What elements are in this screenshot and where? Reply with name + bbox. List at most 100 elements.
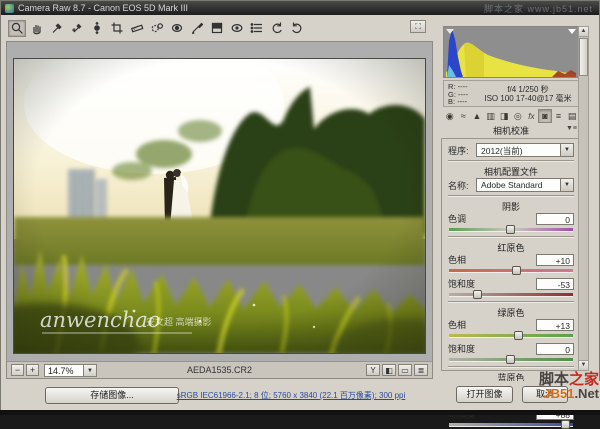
panel-title-text: 相机校准 bbox=[493, 126, 529, 136]
adjustments-panel: R: ---- G: ---- B: ---- f/4 1/250 秒 ISO … bbox=[437, 16, 599, 379]
title-bar: Camera Raw 8.7 - Canon EOS 5D Mark III 脚… bbox=[1, 1, 599, 15]
rotate-left-button-icon[interactable] bbox=[268, 20, 286, 37]
slider-thumb[interactable] bbox=[506, 225, 515, 234]
copy-settings-button[interactable]: ▭ bbox=[398, 364, 412, 376]
tab-snapshots[interactable]: ▤ bbox=[565, 109, 579, 123]
camera-calibration-pane: 程序: 2012(当前) ▼ 相机配置文件 名称: Adobe Standard… bbox=[441, 138, 581, 371]
svg-text:anwenchao: anwenchao bbox=[40, 308, 160, 332]
hand-tool-icon[interactable] bbox=[28, 20, 46, 37]
panel-title: 相机校准 ▼≡ bbox=[443, 124, 579, 137]
slider-thumb[interactable] bbox=[473, 290, 482, 299]
slider-thumb[interactable] bbox=[506, 355, 515, 364]
slider-track[interactable] bbox=[449, 269, 573, 273]
watermark-top: 脚本之家 www.jb51.net bbox=[484, 2, 593, 15]
slider-track[interactable] bbox=[449, 358, 573, 362]
tab-effects[interactable]: fx bbox=[525, 109, 539, 123]
tab-split-toning[interactable]: ◨ bbox=[497, 109, 511, 123]
red-eye-tool-icon[interactable] bbox=[168, 20, 186, 37]
spot-removal-tool-icon[interactable] bbox=[148, 20, 166, 37]
tab-hsl-grayscale[interactable]: ▥ bbox=[484, 109, 498, 123]
divider bbox=[448, 160, 574, 162]
divider bbox=[448, 366, 574, 368]
scrollbar-thumb[interactable] bbox=[579, 38, 588, 76]
tab-tone-curve[interactable]: ≈ bbox=[457, 109, 471, 123]
divider bbox=[448, 236, 574, 238]
open-image-button[interactable]: 打开图像 bbox=[456, 386, 513, 403]
chevron-down-icon[interactable]: ▼ bbox=[561, 178, 574, 192]
slider-label: 饱和度 bbox=[448, 342, 536, 355]
preview-status-bar: − + 14.7% ▼ AEDA1535.CR2 Y ◧ ▭ ≣ bbox=[7, 361, 432, 378]
preview-options-button[interactable]: ≣ bbox=[414, 364, 428, 376]
tab-detail[interactable]: ▲ bbox=[470, 109, 484, 123]
rotate-right-button-icon[interactable] bbox=[288, 20, 306, 37]
before-after-toggle-button[interactable]: Y bbox=[366, 364, 380, 376]
process-value: 2012(当前) bbox=[476, 143, 561, 157]
chevron-down-icon[interactable]: ▼ bbox=[561, 143, 574, 157]
app-icon bbox=[5, 4, 14, 13]
watermark-bottom: 脚本之家 JB51.Net bbox=[539, 373, 599, 401]
graduated-filter-tool-icon[interactable] bbox=[208, 20, 226, 37]
panel-scrollbar[interactable]: ▲ ▼ bbox=[578, 26, 589, 371]
process-label: 程序: bbox=[448, 144, 476, 157]
scroll-up-icon[interactable]: ▲ bbox=[579, 27, 588, 37]
color-sampler-tool-icon[interactable] bbox=[68, 20, 86, 37]
section-header: 红原色 bbox=[448, 241, 574, 252]
histogram-chart bbox=[444, 27, 578, 77]
swap-before-after-button[interactable]: ◧ bbox=[382, 364, 396, 376]
slider-track[interactable] bbox=[449, 293, 573, 297]
workflow-options-link[interactable]: sRGB IEC61966-2.1; 8 位; 5760 x 3840 (22.… bbox=[151, 390, 431, 401]
camera-raw-dialog: Camera Raw 8.7 - Canon EOS 5D Mark III 脚… bbox=[0, 0, 600, 410]
slider-thumb[interactable] bbox=[512, 266, 521, 275]
process-select[interactable]: 2012(当前) ▼ bbox=[476, 143, 574, 157]
camera-profile-header: 相机配置文件 bbox=[448, 165, 574, 176]
white-balance-tool-icon[interactable] bbox=[48, 20, 66, 37]
slider-value-input[interactable]: -53 bbox=[536, 278, 574, 290]
slider-track[interactable] bbox=[449, 423, 573, 427]
watermark-url-orange: JB51 bbox=[543, 386, 574, 401]
divider bbox=[448, 195, 574, 197]
tab-presets[interactable]: ≡ bbox=[552, 109, 566, 123]
b-value: ---- bbox=[457, 97, 467, 106]
slider-value-input[interactable]: +13 bbox=[536, 319, 574, 331]
slider-track[interactable] bbox=[449, 228, 573, 232]
panel-flyout-menu-icon[interactable]: ▼≡ bbox=[566, 125, 577, 132]
crop-tool-icon[interactable] bbox=[108, 20, 126, 37]
profile-select[interactable]: Adobe Standard ▼ bbox=[476, 178, 574, 192]
panel-tabs: ◉≈▲▥◨◎fx◙≡▤ bbox=[443, 109, 579, 123]
straighten-tool-icon[interactable] bbox=[128, 20, 146, 37]
slider-label: 色相 bbox=[448, 253, 536, 266]
desktop-edge bbox=[0, 410, 600, 415]
exposure-info-line2: ISO 100 17-40@17 毫米 bbox=[478, 94, 578, 103]
toolbar: ⛶ bbox=[1, 15, 434, 41]
tab-camera-calibration[interactable]: ◙ bbox=[538, 109, 552, 123]
slider-value-input[interactable]: +10 bbox=[536, 254, 574, 266]
radial-filter-tool-icon[interactable] bbox=[228, 20, 246, 37]
profile-value: Adobe Standard bbox=[476, 178, 561, 192]
slider-thumb[interactable] bbox=[561, 420, 570, 429]
slider-track[interactable] bbox=[449, 334, 573, 338]
slider-value-input[interactable]: 0 bbox=[536, 213, 574, 225]
section-header: 绿原色 bbox=[448, 306, 574, 317]
watermark-url-dark: .Net bbox=[574, 386, 599, 401]
photo-preview[interactable]: anwenchao 安文超 高端摄影 bbox=[14, 59, 425, 353]
svg-text:安文超 高端摄影: 安文超 高端摄影 bbox=[146, 316, 212, 327]
preview-area: anwenchao 安文超 高端摄影 − + 14.7% ▼ AEDA1535.… bbox=[6, 41, 433, 379]
targeted-adjustment-tool-icon[interactable] bbox=[88, 20, 106, 37]
slider-value-input[interactable]: 0 bbox=[536, 343, 574, 355]
divider bbox=[448, 301, 574, 303]
zoom-tool-icon[interactable] bbox=[8, 20, 26, 37]
slider-thumb[interactable] bbox=[514, 331, 523, 340]
preferences-button-icon[interactable] bbox=[248, 20, 266, 37]
photo-frame: anwenchao 安文超 高端摄影 bbox=[13, 58, 426, 354]
adjustment-brush-tool-icon[interactable] bbox=[188, 20, 206, 37]
scroll-down-icon[interactable]: ▼ bbox=[579, 360, 588, 370]
bottom-bar: 存储图像... sRGB IEC61966-2.1; 8 位; 5760 x 3… bbox=[1, 381, 600, 411]
b-label: B: bbox=[448, 97, 455, 106]
section-header: 阴影 bbox=[448, 200, 574, 211]
histogram bbox=[443, 26, 579, 78]
tab-basic[interactable]: ◉ bbox=[443, 109, 457, 123]
tab-lens-corrections[interactable]: ◎ bbox=[511, 109, 525, 123]
exposure-info-line1: f/4 1/250 秒 bbox=[478, 85, 578, 94]
slider-label: 色相 bbox=[448, 318, 536, 331]
fullscreen-toggle-button[interactable]: ⛶ bbox=[410, 20, 426, 33]
